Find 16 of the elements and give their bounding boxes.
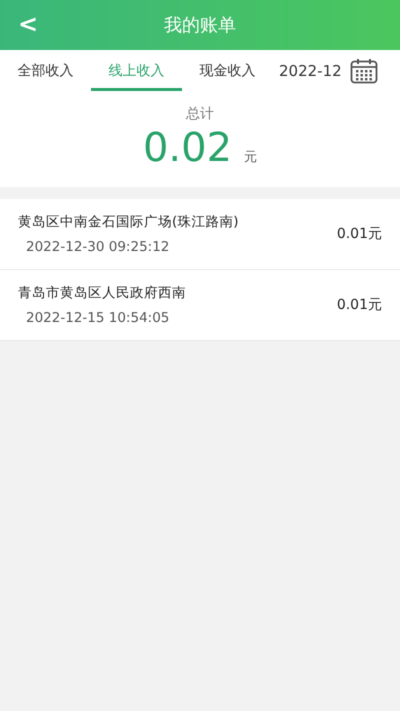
row-amount: 0.01元 <box>336 225 382 243</box>
page-title: 我的账单 <box>164 14 236 37</box>
month-selector[interactable]: 2022-12 <box>273 50 350 91</box>
total-amount: 0.02 <box>142 125 232 171</box>
tab[interactable]: 现金收入 <box>182 50 273 91</box>
total-label: 总计 <box>186 105 214 123</box>
calendar-icon[interactable] <box>350 58 378 84</box>
timestamp: 2022-12-30 09:25:12 <box>25 239 170 255</box>
tab[interactable]: 全部收入 <box>0 50 91 91</box>
bill-row[interactable]: 黄岛区中南金石国际广场(珠江路南) 2022-12-30 09:25:12 0.01元 <box>0 199 400 270</box>
currency-unit: 元 <box>244 149 258 166</box>
location-text: 青岛市黄岛区人民政府西南 <box>18 284 186 302</box>
location-text: 黄岛区中南金石国际广场(珠江路南) <box>18 213 239 231</box>
row-amount: 0.01元 <box>336 296 382 314</box>
timestamp: 2022-12-15 10:54:05 <box>25 310 170 326</box>
bill-row[interactable]: 青岛市黄岛区人民政府西南 2022-12-15 10:54:05 0.01元 <box>0 270 400 341</box>
